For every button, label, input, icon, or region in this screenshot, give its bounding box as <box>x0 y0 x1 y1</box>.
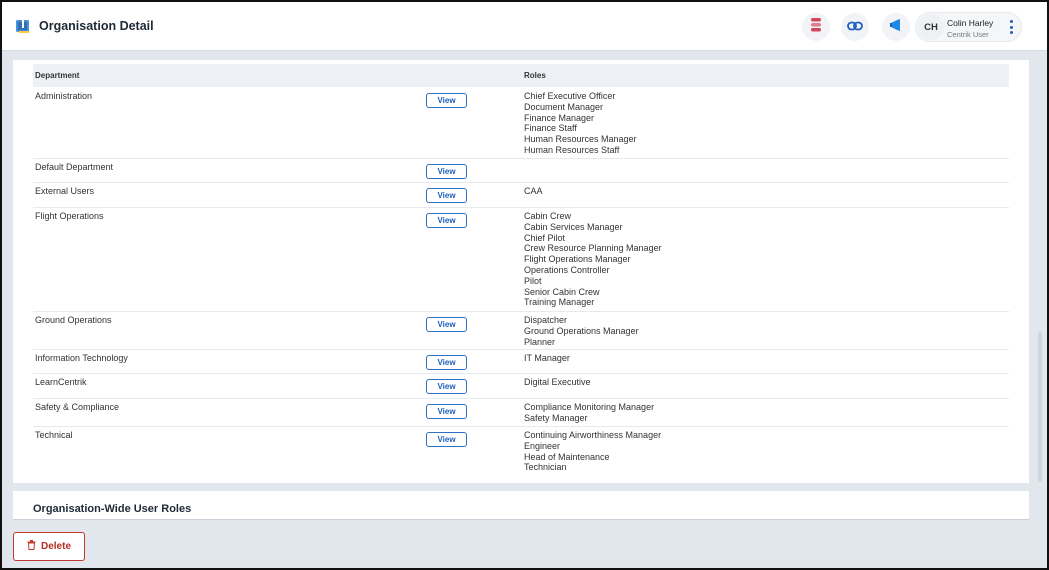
roles-list: Chief Executive Officer Document Manager F… <box>524 91 637 156</box>
more-options-icon[interactable] <box>1005 19 1017 35</box>
department-name: Safety & Compliance <box>35 402 120 412</box>
page-header: Organisation Detail CH Colin Harley Cent… <box>2 2 1047 51</box>
roles-list: IT Manager <box>524 353 570 364</box>
department-name: Flight Operations <box>35 211 104 221</box>
view-button[interactable]: View <box>426 213 467 228</box>
role-item: Training Manager <box>524 297 595 308</box>
view-button[interactable]: View <box>426 355 467 370</box>
view-button[interactable]: View <box>426 379 467 394</box>
section-title: Organisation-Wide User Roles <box>33 503 192 515</box>
role-item: Operations Controller <box>524 264 610 275</box>
user-name: Colin Harley <box>947 18 994 28</box>
department-name: External Users <box>35 186 95 196</box>
role-item: Compliance Monitoring Manager <box>524 402 655 412</box>
role-item: Pilot <box>524 275 542 286</box>
role-item: Finance Manager <box>524 112 595 123</box>
role-item: Engineer <box>524 440 561 451</box>
user-role: Centrik User <box>947 30 989 39</box>
table-row: Default Department View <box>33 159 1009 183</box>
scrollbar[interactable] <box>1038 332 1042 482</box>
role-item: Human Resources Staff <box>524 144 620 155</box>
role-item: Chief Executive Officer <box>524 91 616 101</box>
table-row: Technical View Continuing Airworthiness Ma… <box>33 427 1009 477</box>
table-row: Ground Operations View Dispatcher Ground Op… <box>33 312 1009 350</box>
table-row: Administration View Chief Executive Office… <box>33 88 1009 159</box>
role-item: CAA <box>524 186 543 196</box>
column-header-roles: Roles <box>524 71 546 80</box>
roles-list: Dispatcher Ground Operations Manager Plann… <box>524 315 639 347</box>
trash-icon <box>27 540 36 553</box>
organisation-book-icon <box>15 18 31 34</box>
app-window: Organisation Detail CH Colin Harley Cent… <box>0 0 1049 570</box>
department-name: Administration <box>35 91 93 101</box>
view-button[interactable]: View <box>426 404 467 419</box>
role-item: Document Manager <box>524 101 604 112</box>
role-item: Cabin Crew <box>524 211 572 221</box>
view-button[interactable]: View <box>426 317 467 332</box>
view-button[interactable]: View <box>426 164 467 179</box>
role-item: Planner <box>524 336 556 347</box>
department-name: Information Technology <box>35 353 128 363</box>
user-menu[interactable]: CH Colin Harley Centrik User <box>915 12 1022 42</box>
view-button[interactable]: View <box>426 432 467 447</box>
role-item: Dispatcher <box>524 315 568 325</box>
table-row: LearnCentrik View Digital Executive <box>33 374 1009 399</box>
roles-list: Digital Executive <box>524 377 591 388</box>
department-name: Default Department <box>35 162 114 172</box>
role-item: Chief Pilot <box>524 232 566 243</box>
department-name: LearnCentrik <box>35 377 87 387</box>
view-button[interactable]: View <box>426 93 467 108</box>
role-item: Head of Maintenance <box>524 451 610 462</box>
megaphone-icon <box>889 18 903 37</box>
roles-list: Continuing Airworthiness Manager Engineer… <box>524 430 661 473</box>
role-item: Crew Resource Planning Manager <box>524 243 662 254</box>
role-item: Cabin Services Manager <box>524 221 623 232</box>
role-item: Flight Operations Manager <box>524 254 631 265</box>
role-item: Ground Operations Manager <box>524 325 639 336</box>
stack-icon <box>810 17 822 37</box>
delete-button[interactable]: Delete <box>13 532 85 561</box>
role-item: IT Manager <box>524 353 570 363</box>
role-item: Digital Executive <box>524 377 591 387</box>
roles-list: Compliance Monitoring Manager Safety Mana… <box>524 402 654 424</box>
table-row: Safety & Compliance View Compliance Monito… <box>33 399 1009 427</box>
table-header: Department Roles <box>33 64 1009 87</box>
table-row: Flight Operations View Cabin Crew Cabin Ser… <box>33 208 1009 312</box>
delete-label: Delete <box>40 541 71 552</box>
roles-list: CAA <box>524 186 543 197</box>
organisation-wide-roles-section: Organisation-Wide User Roles <box>13 491 1029 520</box>
announcement-button[interactable] <box>882 13 910 41</box>
link-icon <box>847 18 863 36</box>
roles-list: Cabin Crew Cabin Services Manager Chief Pi… <box>524 211 662 308</box>
table-row: External Users View CAA <box>33 183 1009 208</box>
link-button[interactable] <box>841 13 869 41</box>
role-item: Human Resources Manager <box>524 134 637 145</box>
table-row: Information Technology View IT Manager <box>33 350 1009 374</box>
department-name: Technical <box>35 430 73 440</box>
stack-button[interactable] <box>802 13 830 41</box>
departments-card: Department Roles Administration View Chief… <box>13 60 1029 483</box>
page-title: Organisation Detail <box>39 19 154 33</box>
role-item: Safety Manager <box>524 412 588 423</box>
department-name: Ground Operations <box>35 315 112 325</box>
role-item: Senior Cabin Crew <box>524 286 600 297</box>
column-header-department: Department <box>35 71 80 80</box>
role-item: Continuing Airworthiness Manager <box>524 430 662 440</box>
view-button[interactable]: View <box>426 188 467 203</box>
avatar: CH <box>918 14 944 40</box>
role-item: Finance Staff <box>524 123 577 134</box>
role-item: Technician <box>524 462 567 473</box>
